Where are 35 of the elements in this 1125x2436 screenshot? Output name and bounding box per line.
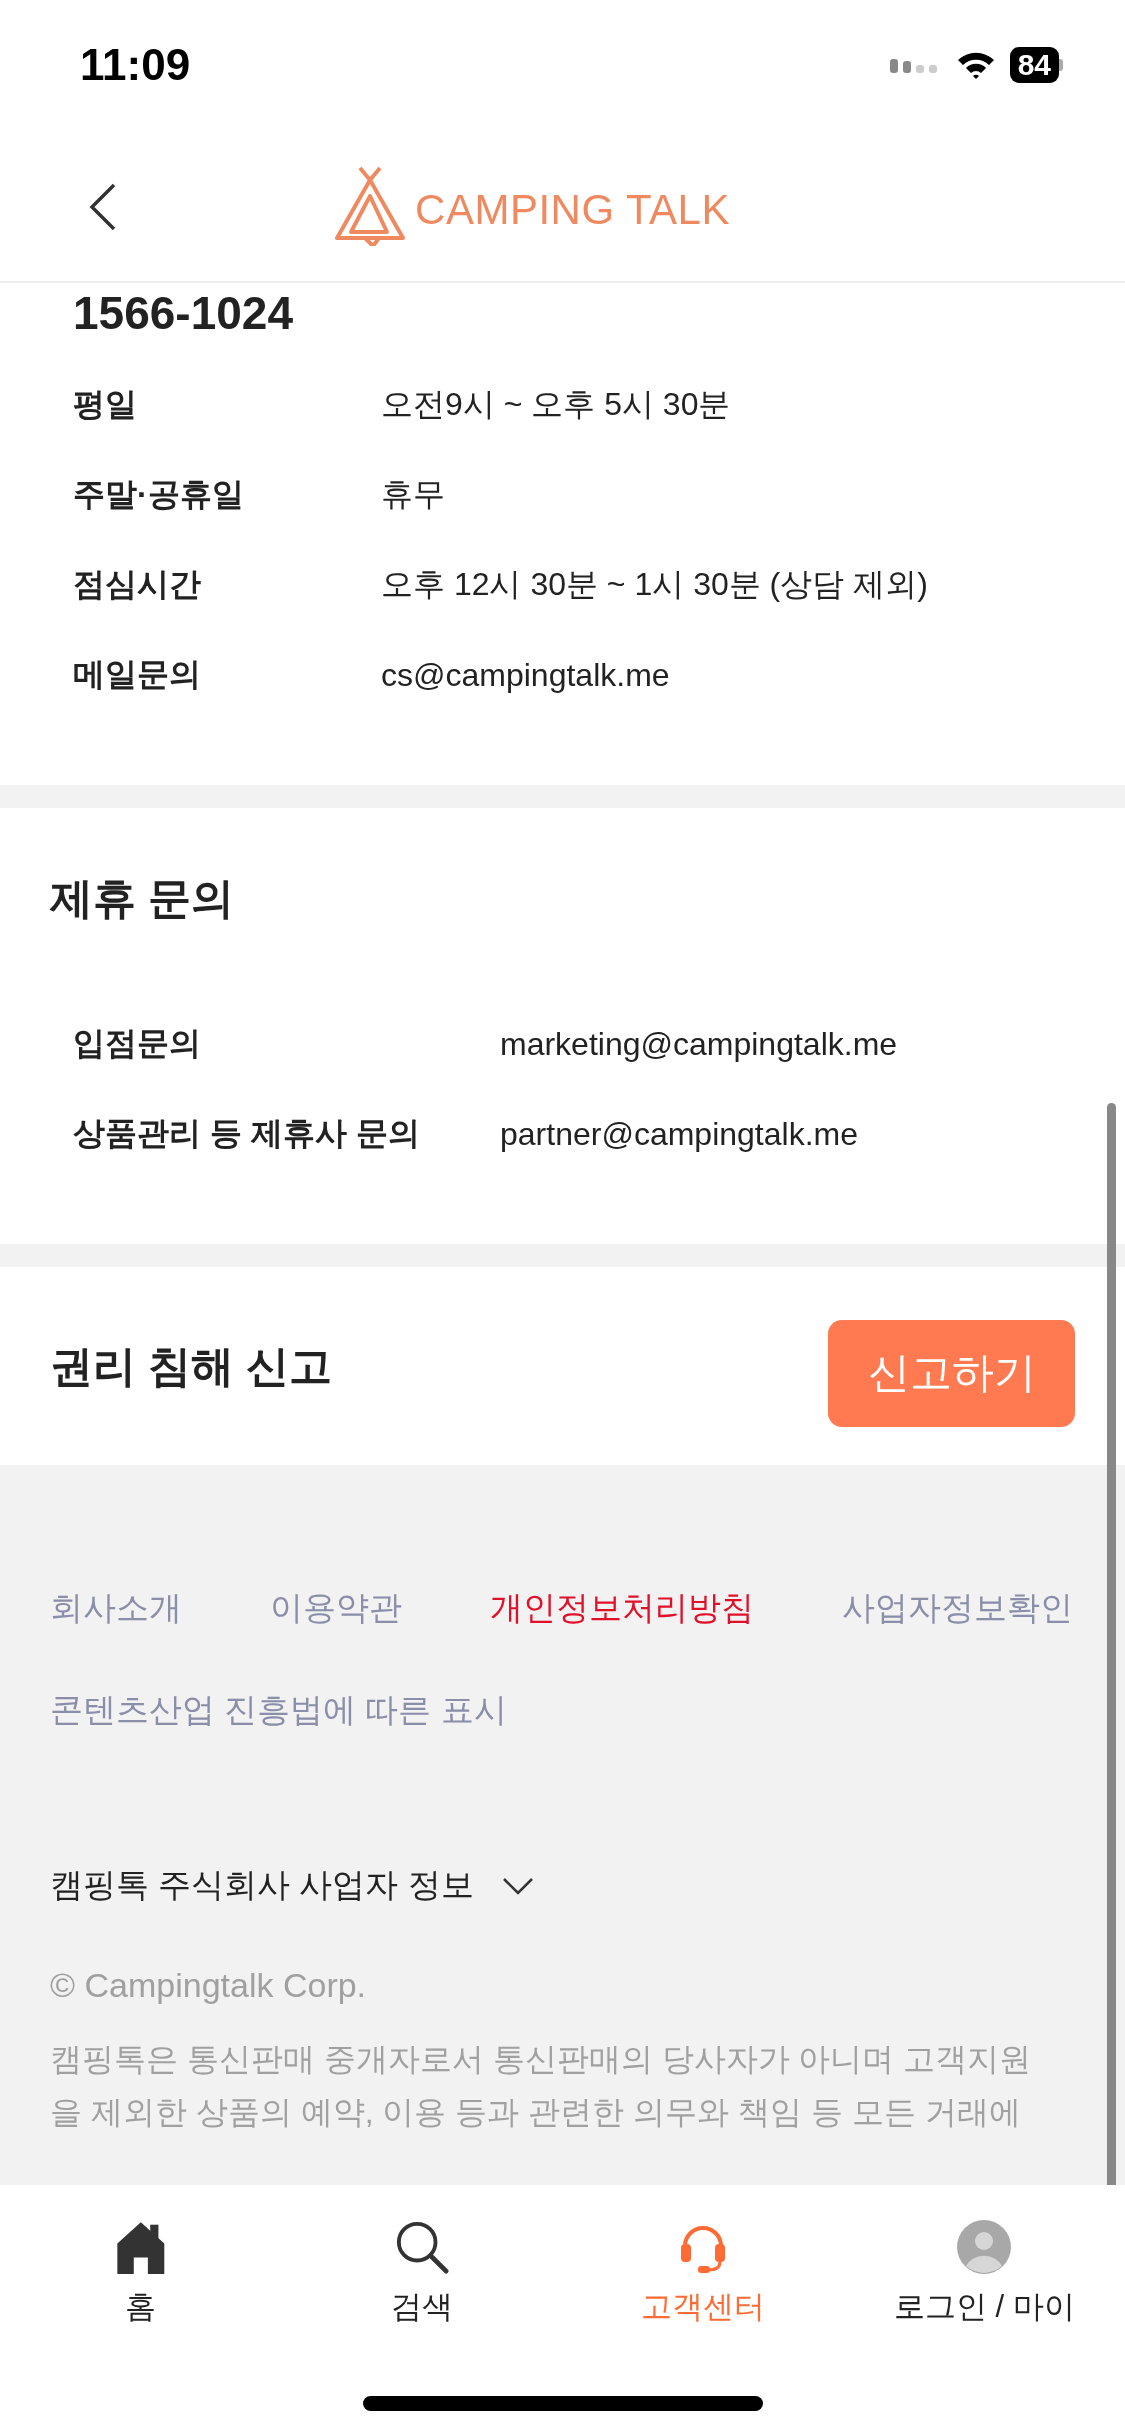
footer-link[interactable]: 개인정보처리방침 (490, 1585, 754, 1631)
search-icon (394, 2219, 449, 2274)
info-value: partner@campingtalk.me (500, 1115, 858, 1153)
report-button[interactable]: 신고하기 (828, 1319, 1075, 1427)
footer-link[interactable]: 이용약관 (270, 1585, 402, 1631)
info-value: 오전9시 ~ 오후 5시 30분 (381, 385, 731, 424)
disclaimer-text: 캠핑톡은 통신판매 중개자로서 통신판매의 당사자가 아니며 고객지원 을 제외한 상품의 예약, 이용 등과 관련한 의무와 책임 등 모든 거래에 (50, 2040, 1033, 2132)
status-time: 11:09 (80, 40, 191, 90)
info-value: 휴무 (381, 475, 445, 514)
tab-item[interactable]: 고객센터 (562, 2185, 844, 2362)
info-label: 상품관리 등 제휴사 문의 (73, 1114, 421, 1153)
back-icon[interactable] (88, 182, 118, 232)
info-label: 주말·공휴일 (73, 475, 245, 514)
logo-text: CAMPING TALK (415, 185, 730, 234)
tab-item[interactable]: 로그인 / 마이 (843, 2185, 1125, 2362)
copyright-text: © Campingtalk Corp. (50, 1966, 368, 2005)
section-title: 권리 침해 신고 (50, 1341, 332, 1392)
section-title: 제휴 문의 (48, 873, 235, 924)
footer-link[interactable]: 콘텐츠산업 진흥법에 따른 표시 (50, 1687, 507, 1733)
avatar-icon (957, 2219, 1012, 2274)
footer-link[interactable]: 회사소개 (50, 1585, 182, 1631)
tent-logo-icon (335, 165, 406, 246)
info-value: cs@campingtalk.me (381, 656, 670, 694)
info-value: 오후 12시 30분 ~ 1시 30분 (상담 제외) (381, 565, 928, 604)
business-info-toggle[interactable]: 캠핑톡 주식회사 사업자 정보 (50, 1863, 534, 1908)
info-label: 평일 (73, 385, 138, 424)
info-label: 점심시간 (73, 565, 202, 604)
info-label: 입점문의 (73, 1024, 202, 1063)
info-value: marketing@campingtalk.me (500, 1025, 898, 1063)
tab-item[interactable]: 홈 (0, 2185, 282, 2362)
tab-item[interactable]: 검색 (281, 2185, 563, 2362)
footer-link[interactable]: 사업자정보확인 (842, 1585, 1073, 1631)
phone-number: 1566-1024 (72, 286, 294, 341)
info-label: 메일문의 (73, 655, 202, 694)
scroll-bar[interactable] (1107, 1103, 1116, 2185)
